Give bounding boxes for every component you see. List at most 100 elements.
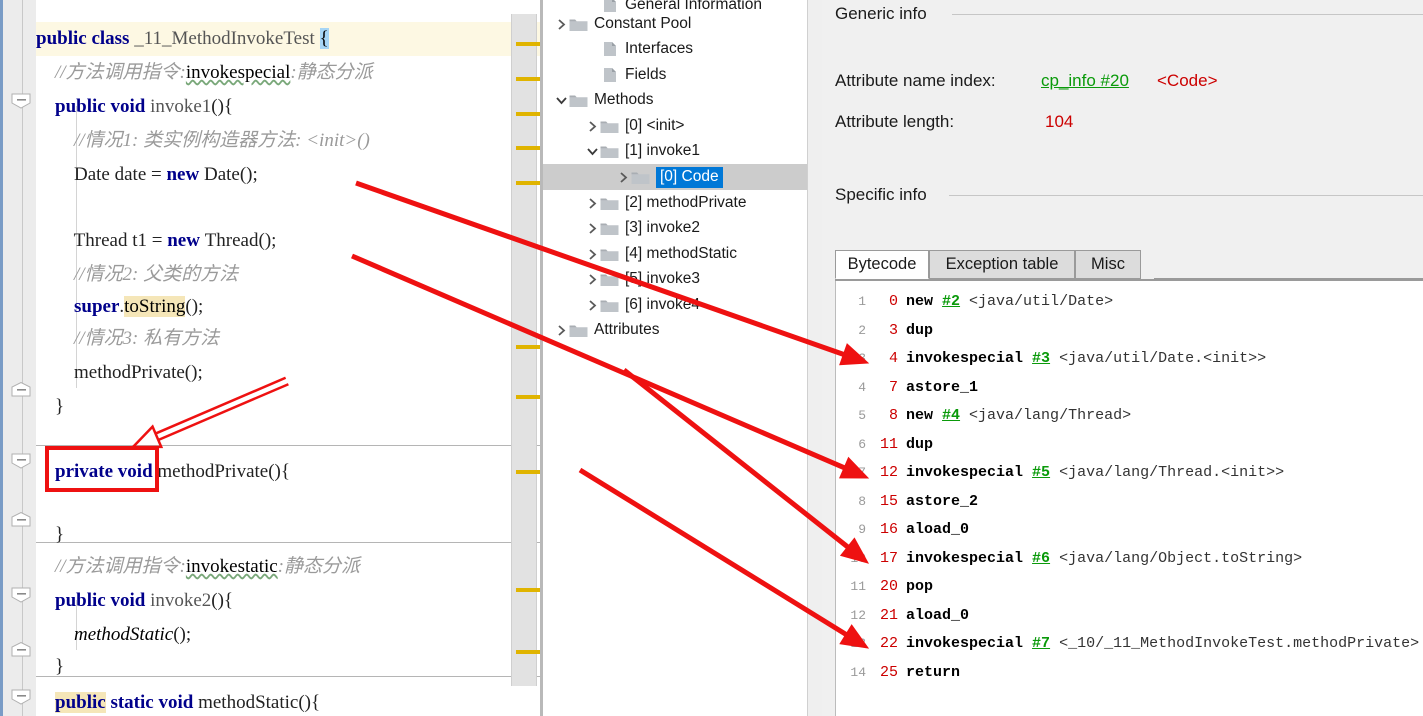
chevron-right-icon[interactable]	[584, 195, 600, 211]
chevron-right-icon[interactable]	[615, 169, 631, 185]
bytecode-line-number: 5	[858, 408, 866, 423]
chevron-right-icon[interactable]	[584, 246, 600, 262]
bytecode-row[interactable]: 2 3 dup	[836, 317, 1423, 345]
warning-mark[interactable]	[516, 181, 543, 185]
bytecode-row[interactable]: 10 17 invokespecial #6 <java/lang/Object.t…	[836, 545, 1423, 573]
chevron-right-icon[interactable]	[553, 322, 569, 338]
bytecode-row[interactable]: 12 21 aload_0	[836, 602, 1423, 630]
bytecode-row[interactable]: 9 16 aload_0	[836, 516, 1423, 544]
chevron-down-icon[interactable]	[553, 92, 569, 108]
code-line[interactable]: public void invoke2(){	[36, 584, 506, 618]
code-line[interactable]: Date date = new Date();	[36, 158, 506, 192]
constant-pool-link[interactable]: #7	[1032, 635, 1050, 652]
constant-pool-link[interactable]: #3	[1032, 350, 1050, 367]
code-text-area[interactable]: public class _11_MethodInvokeTest { //方法…	[36, 0, 506, 716]
detail-tabstrip[interactable]: Bytecode Exception table Misc	[835, 250, 1423, 280]
constant-pool-link[interactable]: #2	[942, 293, 960, 310]
tree-item-constant-pool[interactable]: Constant Pool	[543, 11, 808, 37]
tree-item-6-invoke4[interactable]: [6] invoke4	[543, 292, 808, 318]
warning-mark[interactable]	[516, 470, 543, 474]
fold-toggle-icon[interactable]	[10, 586, 34, 603]
chevron-right-icon[interactable]	[553, 16, 569, 32]
code-line[interactable]: }	[36, 650, 506, 684]
code-line[interactable]: methodPrivate();	[36, 356, 506, 390]
tree-item-2-methodprivate[interactable]: [2] methodPrivate	[543, 190, 808, 216]
tab-misc[interactable]: Misc	[1075, 250, 1141, 279]
warning-mark[interactable]	[516, 146, 543, 150]
bytecode-row[interactable]: 13 22 invokespecial #7 <_10/_11_MethodInvo…	[836, 630, 1423, 658]
bytecode-descriptor: <java/lang/Thread.<init>>	[1050, 464, 1285, 481]
chevron-right-icon[interactable]	[584, 271, 600, 287]
bytecode-row[interactable]: 11 20 pop	[836, 573, 1423, 601]
warning-mark[interactable]	[516, 112, 543, 116]
fold-toggle-icon[interactable]	[10, 382, 34, 399]
bytecode-row[interactable]: 14 25 return	[836, 659, 1423, 687]
chevron-right-icon[interactable]	[584, 118, 600, 134]
code-line[interactable]: public void invoke1(){	[36, 90, 506, 124]
chevron-down-icon[interactable]	[584, 143, 600, 159]
code-line[interactable]: public static void methodStatic(){	[36, 686, 506, 716]
tree-item-5-invoke3[interactable]: [5] invoke3	[543, 266, 808, 292]
warning-mark[interactable]	[516, 588, 543, 592]
bytecode-line-number: 11	[850, 579, 866, 594]
constant-pool-link[interactable]: #6	[1032, 550, 1050, 567]
bytecode-listing[interactable]: 1 0 new #2 <java/util/Date> 2 3 dup 3 4 invokesp…	[835, 281, 1423, 716]
tree-item-0-code[interactable]: [0] Code	[543, 164, 808, 190]
bytecode-row[interactable]: 3 4 invokespecial #3 <java/util/Date.<init…	[836, 345, 1423, 373]
bytecode-row[interactable]: 6 11 dup	[836, 431, 1423, 459]
constant-pool-link[interactable]: #5	[1032, 464, 1050, 481]
code-line[interactable]: //方法调用指令:invokespecial:静态分派	[36, 56, 506, 90]
tree-item-fields[interactable]: Fields	[543, 62, 808, 88]
code-line[interactable]: //方法调用指令:invokestatic:静态分派	[36, 550, 506, 584]
code-line[interactable]: public class _11_MethodInvokeTest {	[36, 22, 506, 56]
structure-tree-panel[interactable]: General Information Constant Pool Interfac…	[543, 0, 808, 716]
code-line[interactable]: //情况2: 父类的方法	[36, 258, 506, 292]
warning-mark[interactable]	[516, 650, 543, 654]
fold-toggle-icon[interactable]	[10, 642, 34, 659]
tab-exception-table[interactable]: Exception table	[929, 250, 1075, 279]
tree-item-0-init[interactable]: [0] <init>	[543, 113, 808, 139]
code-line[interactable]: //情况1: 类实例构造器方法: <init>()	[36, 124, 506, 158]
tree-item-interfaces[interactable]: Interfaces	[543, 36, 808, 62]
tabstrip-filler	[1154, 250, 1423, 279]
bytecode-row[interactable]: 8 15 astore_2	[836, 488, 1423, 516]
tab-bytecode[interactable]: Bytecode	[835, 250, 929, 279]
bytecode-row[interactable]: 1 0 new #2 <java/util/Date>	[836, 288, 1423, 316]
bytecode-row[interactable]: 7 12 invokespecial #5 <java/lang/Thread.<i…	[836, 459, 1423, 487]
fold-toggle-icon[interactable]	[10, 92, 34, 109]
tree-item-methods[interactable]: Methods	[543, 87, 808, 113]
bytecode-line-number: 8	[858, 493, 866, 509]
tree-item-3-invoke2[interactable]: [3] invoke2	[543, 215, 808, 241]
constant-pool-link[interactable]: #4	[942, 407, 960, 424]
warning-mark[interactable]	[516, 395, 543, 399]
chevron-right-icon[interactable]	[584, 297, 600, 313]
code-line[interactable]: //情况3: 私有方法	[36, 322, 506, 356]
fold-toggle-icon[interactable]	[10, 452, 34, 469]
fold-toggle-icon[interactable]	[10, 512, 34, 529]
chevron-right-icon[interactable]	[584, 220, 600, 236]
warning-mark[interactable]	[516, 77, 543, 81]
code-line[interactable]: super.toString();	[36, 290, 506, 324]
tree-item-attributes[interactable]: Attributes	[543, 317, 808, 343]
bytecode-row[interactable]: 4 7 astore_1	[836, 374, 1423, 402]
tree-item-1-invoke1[interactable]: [1] invoke1	[543, 138, 808, 164]
attribute-detail-panel[interactable]: Generic info Attribute name index: cp_in…	[822, 0, 1423, 716]
code-token: :静态分派	[277, 556, 361, 577]
folder-icon	[600, 297, 620, 313]
bytecode-row[interactable]: 5 8 new #4 <java/lang/Thread>	[836, 402, 1423, 430]
code-line[interactable]: methodStatic();	[36, 618, 506, 652]
code-line[interactable]: }	[36, 390, 506, 424]
tree-item-4-methodstatic[interactable]: [4] methodStatic	[543, 241, 808, 267]
code-line[interactable]: Thread t1 = new Thread();	[36, 224, 506, 258]
code-line[interactable]: }	[36, 518, 506, 552]
warning-mark[interactable]	[516, 42, 543, 46]
code-editor-panel[interactable]: public class _11_MethodInvokeTest { //方法…	[0, 0, 543, 716]
warning-mark[interactable]	[516, 345, 543, 349]
code-line[interactable]	[36, 192, 506, 226]
code-token: public	[36, 28, 92, 49]
attribute-name-index-link[interactable]: cp_info #20	[1041, 71, 1129, 91]
attribute-name-index-desc: <Code>	[1157, 71, 1218, 90]
fold-toggle-icon[interactable]	[10, 688, 34, 705]
